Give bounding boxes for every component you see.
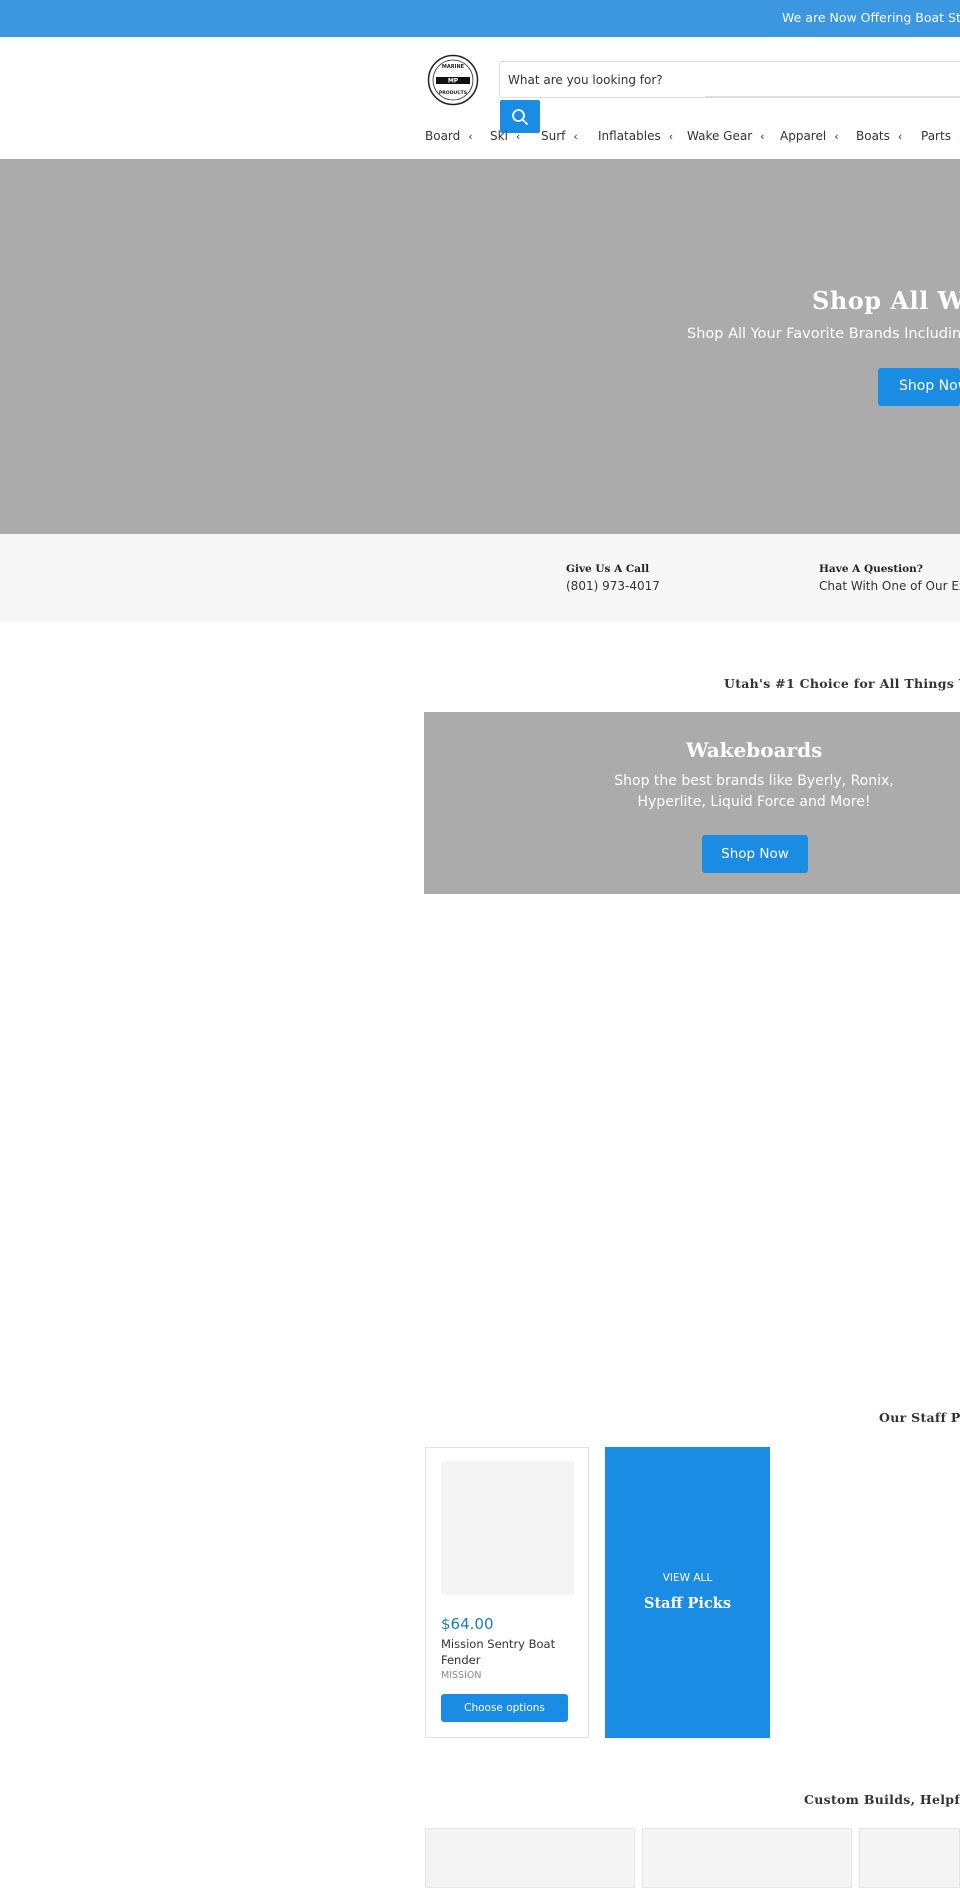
question-label: Have A Question? bbox=[819, 563, 923, 575]
custom-builds-heading: Custom Builds, Helpful T bbox=[804, 1792, 960, 1807]
nav-item-label: Inflatables bbox=[598, 129, 661, 143]
hero-banner bbox=[0, 159, 960, 534]
choose-options-button[interactable]: Choose options bbox=[441, 1694, 568, 1722]
svg-text:MP: MP bbox=[448, 78, 459, 85]
logo-emblem-icon: MP MARINE PRODUCTS bbox=[427, 54, 479, 106]
nav-item-label: Board bbox=[425, 129, 461, 143]
chevron-left-icon: ‹ bbox=[573, 130, 578, 143]
chat-link[interactable]: Chat With One of Our Exp bbox=[819, 579, 960, 593]
chevron-left-icon: ‹ bbox=[760, 130, 765, 143]
search-bar bbox=[499, 61, 960, 98]
chevron-left-icon: ‹ bbox=[897, 130, 903, 143]
nav-item-parts[interactable]: Parts‹ bbox=[921, 129, 960, 147]
svg-text:MARINE: MARINE bbox=[442, 64, 465, 70]
view-all-staff-picks-card[interactable] bbox=[605, 1447, 770, 1738]
promo-shop-now-button[interactable]: Shop Now bbox=[702, 835, 808, 873]
search-icon bbox=[512, 109, 528, 125]
nav-item-wake-gear[interactable]: Wake Gear ‹ bbox=[687, 129, 765, 147]
product-name[interactable]: Mission Sentry Boat Fender bbox=[441, 1636, 576, 1668]
nav-item-surf[interactable]: Surf ‹ bbox=[541, 129, 578, 147]
svg-text:PRODUCTS: PRODUCTS bbox=[439, 90, 467, 96]
product-image[interactable] bbox=[441, 1461, 574, 1595]
call-phone-link[interactable]: (801) 973-4017 bbox=[566, 579, 660, 593]
staff-picks-label: Staff Picks bbox=[644, 1595, 731, 1612]
announcement-text[interactable]: We are Now Offering Boat Storage bbox=[782, 10, 960, 25]
blog-tile[interactable] bbox=[859, 1828, 960, 1888]
chevron-left-icon: ‹ bbox=[668, 130, 674, 143]
nav-item-boats[interactable]: Boats ‹ bbox=[856, 129, 902, 147]
product-price: $64.00 bbox=[441, 1615, 494, 1633]
nav-item-board[interactable]: Board ‹ bbox=[425, 129, 473, 147]
hero-subtitle: Shop All Your Favorite Brands Including … bbox=[687, 326, 960, 342]
chevron-left-icon: ‹ bbox=[834, 130, 839, 143]
search-input[interactable] bbox=[508, 70, 938, 90]
nav-item-label: Parts bbox=[921, 129, 951, 143]
nav-item-label: Boats bbox=[856, 129, 890, 143]
contact-strip bbox=[0, 534, 960, 622]
nav-item-label: Wake Gear bbox=[687, 129, 753, 143]
call-label: Give Us A Call bbox=[566, 563, 650, 575]
staff-picks-heading: Our Staff Pi bbox=[879, 1410, 960, 1425]
view-all-label: VIEW ALL bbox=[662, 1572, 713, 1584]
logo[interactable]: MP MARINE PRODUCTS bbox=[427, 54, 479, 106]
chevron-left-icon: ‹ bbox=[468, 130, 473, 143]
product-brand[interactable]: MISSION bbox=[441, 1670, 481, 1681]
nav-item-apparel[interactable]: Apparel ‹ bbox=[780, 129, 839, 147]
promo-description: Shop the best brands like Byerly, Ronix,… bbox=[614, 773, 894, 810]
featured-heading: Utah's #1 Choice for All Things Wate bbox=[724, 676, 960, 691]
search-divider bbox=[705, 96, 960, 97]
nav-item-inflatables[interactable]: Inflatables ‹ bbox=[598, 129, 673, 147]
nav-item-ski[interactable]: Ski ‹ bbox=[490, 129, 520, 147]
hero-title: Shop All Wake bbox=[812, 286, 960, 315]
promo-title: Wakeboards bbox=[686, 738, 823, 762]
blog-tile[interactable] bbox=[425, 1828, 635, 1888]
chevron-left-icon: ‹ bbox=[515, 130, 521, 143]
nav-item-label: Ski bbox=[490, 129, 508, 143]
hero-shop-now-button[interactable]: Shop Now bbox=[878, 368, 960, 406]
nav-item-label: Surf bbox=[541, 129, 566, 143]
blog-tile[interactable] bbox=[642, 1828, 852, 1888]
announcement-bar: We are Now Offering Boat Storage bbox=[0, 0, 960, 37]
nav-item-label: Apparel bbox=[780, 129, 827, 143]
